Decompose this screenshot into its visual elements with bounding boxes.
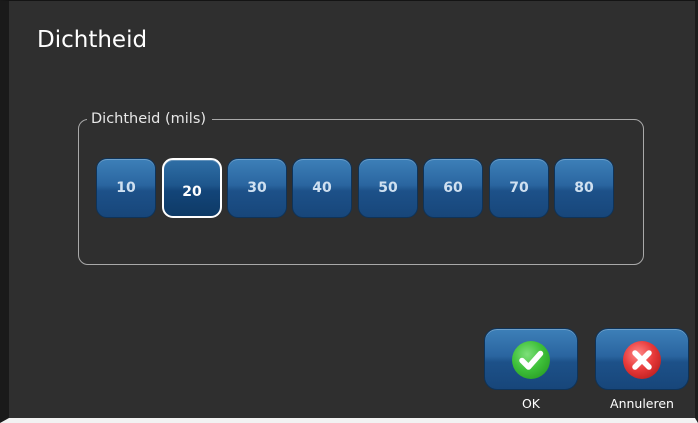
density-option-80[interactable]: 80 bbox=[554, 158, 614, 218]
density-option-label: 20 bbox=[182, 184, 202, 200]
density-option-label: 60 bbox=[443, 180, 463, 196]
density-group-label: Dichtheid (mils) bbox=[87, 109, 213, 129]
density-option-60[interactable]: 60 bbox=[423, 158, 483, 218]
cancel-button[interactable] bbox=[595, 328, 689, 390]
density-option-label: 10 bbox=[116, 180, 136, 196]
density-option-70[interactable]: 70 bbox=[489, 158, 549, 218]
density-option-label: 40 bbox=[312, 180, 332, 196]
ok-label: OK bbox=[521, 396, 541, 411]
density-option-10[interactable]: 10 bbox=[96, 158, 156, 218]
density-option-label: 50 bbox=[378, 180, 398, 196]
density-option-label: 80 bbox=[574, 180, 594, 196]
density-option-label: 70 bbox=[509, 180, 529, 196]
ok-button[interactable] bbox=[484, 328, 578, 390]
density-option-label: 30 bbox=[247, 180, 267, 196]
density-option-30[interactable]: 30 bbox=[227, 158, 287, 218]
checkmark-icon bbox=[512, 341, 550, 379]
cancel-label: Annuleren bbox=[610, 396, 674, 411]
dialog-title: Dichtheid bbox=[37, 27, 148, 53]
density-option-40[interactable]: 40 bbox=[292, 158, 352, 218]
density-option-50[interactable]: 50 bbox=[358, 158, 418, 218]
density-option-20[interactable]: 20 bbox=[162, 158, 222, 218]
x-icon bbox=[623, 341, 661, 379]
